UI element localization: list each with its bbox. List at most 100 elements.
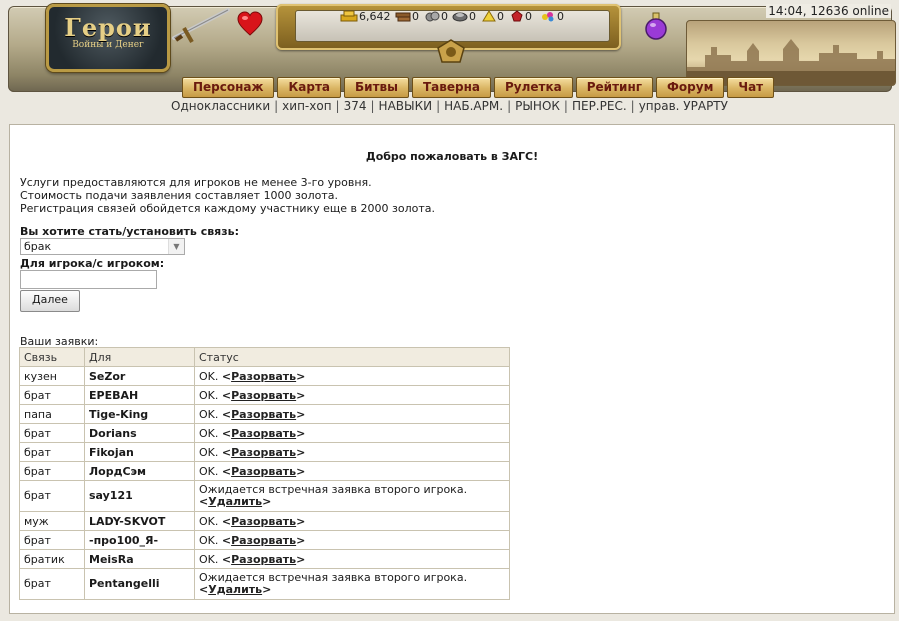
table-row: брат -про100_Я- OK. <Разорвать> — [19, 530, 510, 550]
status-cell: OK. <Разорвать> — [194, 511, 510, 531]
column-header-status: Статус — [194, 347, 510, 367]
resource-ore-value: 0 — [441, 10, 448, 23]
resource-sulfur-value: 0 — [497, 10, 504, 23]
player-cell[interactable]: MeisRa — [84, 549, 195, 569]
quick-links: Одноклассники | хип-хоп | 374 | НАВЫКИ | НАБ.АРМ… — [171, 99, 728, 113]
link-odnoklassniki[interactable]: Одноклассники — [171, 99, 270, 113]
relation-cell: папа — [19, 404, 85, 424]
status-cell: OK. <Разорвать> — [194, 549, 510, 569]
relation-cell: братик — [19, 549, 85, 569]
status-text: OK. — [199, 464, 219, 478]
table-header-row: Связь Для Статус — [19, 347, 510, 367]
status-text: OK. — [199, 514, 219, 528]
table-row: братик MeisRa OK. <Разорвать> — [19, 549, 510, 569]
delete-link[interactable]: Удалить — [208, 495, 262, 508]
info-line: Услуги предоставляются для игроков не ме… — [20, 176, 372, 189]
link-manage-urartu[interactable]: управ. УРАРТУ — [639, 99, 728, 113]
wood-icon — [395, 12, 411, 22]
nav-forum[interactable]: Форум — [656, 77, 725, 98]
player-name-input[interactable] — [20, 270, 157, 289]
link-transfer-resources[interactable]: ПЕР.РЕС. — [572, 99, 627, 113]
relation-select[interactable]: брак ▼ — [20, 238, 185, 255]
status-cell: OK. <Разорвать> — [194, 530, 510, 550]
relation-cell: брат — [19, 385, 85, 405]
resource-mercury-value: 0 — [469, 10, 476, 23]
table-row: папа Tige-King OK. <Разорвать> — [19, 404, 510, 424]
nav-battles[interactable]: Битвы — [344, 77, 409, 98]
server-clock: 14:04, 12636 online — [766, 4, 891, 18]
relation-label: Вы хотите стать/установить связь: — [20, 225, 239, 238]
break-link[interactable]: Разорвать — [231, 389, 296, 402]
break-link[interactable]: Разорвать — [231, 515, 296, 528]
player-cell[interactable]: Pentangelli — [84, 568, 195, 600]
player-cell[interactable]: Dorians — [84, 423, 195, 443]
nav-rating[interactable]: Рейтинг — [575, 77, 654, 98]
status-cell: Ожидается встречная заявка второго игрок… — [194, 568, 510, 600]
break-link[interactable]: Разорвать — [231, 427, 296, 440]
chevron-down-icon[interactable]: ▼ — [168, 239, 184, 254]
resource-gems-value: 0 — [557, 10, 564, 23]
status-cell: OK. <Разорвать> — [194, 423, 510, 443]
break-link[interactable]: Разорвать — [231, 534, 296, 547]
nav-character[interactable]: Персонаж — [182, 77, 275, 98]
break-link[interactable]: Разорвать — [231, 553, 296, 566]
nav-map[interactable]: Карта — [277, 77, 342, 98]
applications-table: Связь Для Статус кузен SeZor OK. <Разорв… — [19, 347, 510, 600]
relation-cell: брат — [19, 442, 85, 462]
status-cell: OK. <Разорвать> — [194, 442, 510, 462]
nav-chat[interactable]: Чат — [727, 77, 775, 98]
player-cell[interactable]: ЛордСэм — [84, 461, 195, 481]
nav-roulette[interactable]: Рулетка — [494, 77, 573, 98]
link-skills[interactable]: НАВЫКИ — [379, 99, 433, 113]
status-text: OK. — [199, 388, 219, 402]
column-header-relation: Связь — [19, 347, 85, 367]
break-link[interactable]: Разорвать — [231, 408, 296, 421]
status-text: OK. — [199, 407, 219, 421]
break-link[interactable]: Разорвать — [231, 446, 296, 459]
heart-icon[interactable] — [237, 11, 263, 37]
resource-ore: 0 — [424, 10, 448, 24]
nav-tavern[interactable]: Таверна — [412, 77, 491, 98]
status-cell: OK. <Разорвать> — [194, 404, 510, 424]
relation-selected-value: брак — [24, 240, 52, 253]
ore-icon — [425, 11, 440, 22]
player-cell[interactable]: Fikojan — [84, 442, 195, 462]
player-cell[interactable]: LADY-SKVOT — [84, 511, 195, 531]
link-374[interactable]: 374 — [344, 99, 367, 113]
table-row: брат Fikojan OK. <Разорвать> — [19, 442, 510, 462]
resource-crystal: 0 — [510, 10, 532, 24]
player-cell[interactable]: SeZor — [84, 366, 195, 386]
emblem-icon — [437, 39, 465, 63]
player-cell[interactable]: Tige-King — [84, 404, 195, 424]
potion-flask-icon[interactable] — [644, 12, 668, 40]
break-link[interactable]: Разорвать — [231, 465, 296, 478]
relation-cell: брат — [19, 568, 85, 600]
next-button[interactable]: Далее — [20, 290, 80, 312]
sulfur-icon — [482, 10, 496, 22]
link-hire-army[interactable]: НАБ.АРМ. — [444, 99, 503, 113]
link-market[interactable]: РЫНОК — [515, 99, 560, 113]
resource-wood-value: 0 — [412, 10, 419, 23]
player-cell[interactable]: -про100_Я- — [84, 530, 195, 550]
mercury-icon — [452, 12, 468, 22]
table-row: брат ЕРЕВАН OK. <Разорвать> — [19, 385, 510, 405]
break-link[interactable]: Разорвать — [231, 370, 296, 383]
delete-link[interactable]: Удалить — [208, 583, 262, 596]
player-cell[interactable]: ЕРЕВАН — [84, 385, 195, 405]
table-row: брат Dorians OK. <Разорвать> — [19, 423, 510, 443]
table-row: брат Pentangelli Ожидается встречная зая… — [19, 568, 510, 600]
gems-icon — [542, 12, 554, 22]
resource-crystal-value: 0 — [525, 10, 532, 23]
table-row: кузен SeZor OK. <Разорвать> — [19, 366, 510, 386]
player-cell[interactable]: say121 — [84, 480, 195, 512]
main-nav: Персонаж Карта Битвы Таверна Рулетка Рей… — [182, 77, 775, 98]
status-cell: OK. <Разорвать> — [194, 366, 510, 386]
table-row: муж LADY-SKVOT OK. <Разорвать> — [19, 511, 510, 531]
status-cell: Ожидается встречная заявка второго игрок… — [194, 480, 510, 512]
relation-cell: брат — [19, 530, 85, 550]
relation-cell: кузен — [19, 366, 85, 386]
resource-sulfur: 0 — [482, 10, 504, 24]
game-logo[interactable]: Герои Войны и Денег — [46, 4, 170, 72]
link-hiphop[interactable]: хип-хоп — [282, 99, 331, 113]
gold-icon — [340, 10, 358, 22]
